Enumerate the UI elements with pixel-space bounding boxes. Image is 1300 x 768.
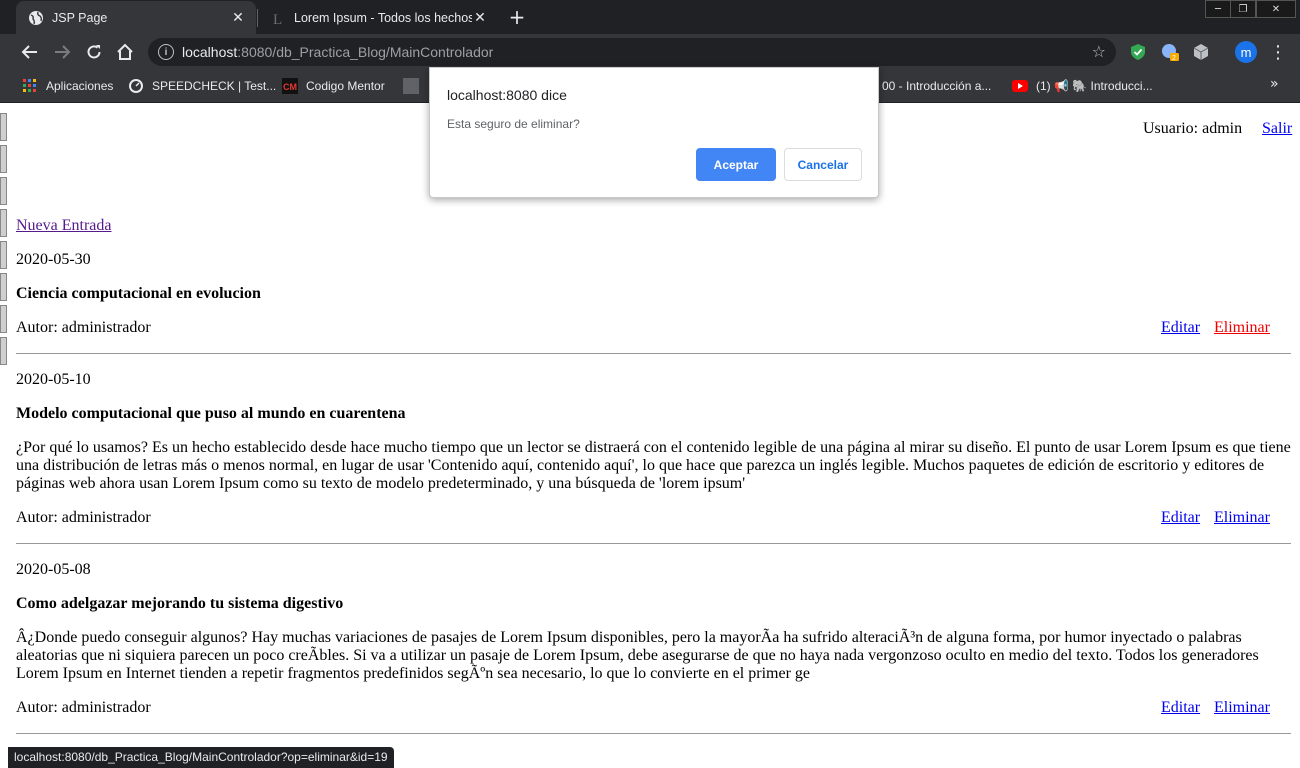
new-tab-button[interactable]: + [506, 5, 528, 29]
minimize-window-button[interactable]: ─ [1205, 0, 1231, 18]
bookmark-introduccion[interactable]: 00 - Introducción a... [882, 76, 991, 96]
svg-text:L: L [273, 12, 282, 26]
svg-text:CM: CM [283, 82, 297, 92]
blog-entry: 2020-05-10 Modelo computacional que puso… [16, 371, 1291, 545]
entry-author: Autor: administrador [16, 319, 151, 336]
youtube-icon [1012, 78, 1028, 94]
entry-body: ¿Por qué lo usamos? Es un hecho establec… [16, 439, 1291, 492]
bookmark-speedcheck[interactable]: SPEEDCHECK | Test... [128, 76, 276, 96]
bookmark-star-icon[interactable]: ☆ [1092, 42, 1106, 61]
cloud-extension-icon[interactable]: 2 [1160, 42, 1180, 62]
profile-avatar[interactable]: m [1235, 41, 1257, 63]
accept-button[interactable]: Aceptar [696, 148, 776, 181]
cube-extension-icon[interactable] [1191, 42, 1211, 62]
bookmark-hidden[interactable] [403, 76, 427, 96]
address-bar[interactable]: i localhost:8080/db_Practica_Blog/MainCo… [148, 38, 1116, 66]
speedometer-icon [128, 78, 144, 94]
blog-page: Usuario: admin Salir Nueva Entrada 2020-… [0, 103, 1300, 768]
new-entry-link[interactable]: Nueva Entrada [16, 217, 112, 235]
entry-date: 2020-05-08 [16, 561, 91, 578]
status-bar-url: localhost:8080/db_Practica_Blog/MainCont… [8, 747, 394, 768]
tab-title: JSP Page [52, 10, 108, 25]
bookmark-codigo-mentor[interactable]: CM Codigo Mentor [282, 76, 385, 96]
menu-kebab-icon[interactable]: ⋮ [1269, 42, 1287, 63]
entry-title: Modelo computacional que puso al mundo e… [16, 405, 406, 422]
blog-entry: 2020-05-08 Como adelgazar mejorando tu s… [16, 561, 1291, 735]
entry-author: Autor: administrador [16, 509, 151, 526]
entry-title: Ciencia computacional en evolucion [16, 285, 261, 302]
codigo-mentor-icon: CM [282, 78, 298, 94]
forward-arrow-icon[interactable] [50, 40, 74, 64]
bookmark-label: SPEEDCHECK | Test... [152, 79, 277, 93]
cancel-button[interactable]: Cancelar [784, 148, 862, 181]
entry-divider [16, 543, 1291, 544]
user-label: Usuario: admin [1143, 120, 1243, 137]
edit-link[interactable]: Editar [1161, 319, 1200, 337]
close-tab-icon[interactable]: ✕ [230, 9, 246, 26]
entry-divider [16, 353, 1291, 354]
bookmark-label: Aplicaciones [46, 79, 114, 93]
dialog-message: Esta seguro de eliminar? [447, 117, 580, 131]
bookmark-label: Codigo Mentor [306, 79, 385, 93]
tab-bar: JSP Page ✕ L Lorem Ipsum - Todos los hec… [0, 0, 1300, 34]
entry-divider [16, 733, 1291, 734]
delete-link[interactable]: Eliminar [1214, 319, 1270, 337]
dialog-title: localhost:8080 dice [447, 87, 567, 103]
home-icon[interactable] [113, 40, 137, 64]
edit-link[interactable]: Editar [1161, 509, 1200, 527]
browser-toolbar: i localhost:8080/db_Practica_Blog/MainCo… [0, 34, 1300, 70]
site-info-icon[interactable]: i [158, 44, 174, 60]
lorem-ipsum-favicon-icon: L [270, 10, 286, 26]
svg-text:2: 2 [1172, 55, 1176, 62]
address-bar-url: localhost:8080/db_Practica_Blog/MainCont… [182, 44, 494, 60]
bookmark-youtube[interactable]: (1) 📢 🐘 Introducci... [1012, 76, 1153, 96]
entry-date: 2020-05-10 [16, 371, 91, 388]
bookmarks-overflow-icon[interactable]: » [1270, 76, 1279, 92]
blog-entry: 2020-05-30 Ciencia computacional en evol… [16, 251, 1291, 355]
reload-icon[interactable] [82, 40, 106, 64]
delete-link[interactable]: Eliminar [1214, 509, 1270, 527]
bookmark-apps[interactable]: Aplicaciones [22, 76, 113, 96]
entry-body: Â¿Donde puedo conseguir algunos? Hay muc… [16, 629, 1259, 682]
restore-window-button[interactable]: ❐ [1230, 0, 1256, 18]
globe-icon [28, 10, 44, 26]
edit-link[interactable]: Editar [1161, 699, 1200, 717]
confirm-dialog: localhost:8080 dice Esta seguro de elimi… [429, 67, 879, 198]
entry-date: 2020-05-30 [16, 251, 91, 268]
bookmark-label: 00 - Introducción a... [882, 79, 992, 93]
apps-grid-icon [22, 78, 38, 94]
logout-link[interactable]: Salir [1262, 120, 1292, 138]
page-icon [403, 78, 419, 94]
tab-jsp-page[interactable]: JSP Page ✕ [16, 1, 256, 34]
delete-link[interactable]: Eliminar [1214, 699, 1270, 717]
shield-extension-icon[interactable] [1128, 42, 1148, 62]
tab-lorem-ipsum[interactable]: L Lorem Ipsum - Todos los hechos ✕ [258, 1, 498, 34]
bookmark-label: (1) 📢 🐘 Introducci... [1036, 79, 1153, 93]
back-arrow-icon[interactable] [18, 40, 42, 64]
entry-title: Como adelgazar mejorando tu sistema dige… [16, 595, 344, 612]
entry-author: Autor: administrador [16, 699, 151, 716]
close-tab-icon[interactable]: ✕ [472, 9, 488, 26]
close-window-button[interactable]: ✕ [1256, 0, 1296, 18]
tab-title: Lorem Ipsum - Todos los hechos [294, 10, 472, 25]
